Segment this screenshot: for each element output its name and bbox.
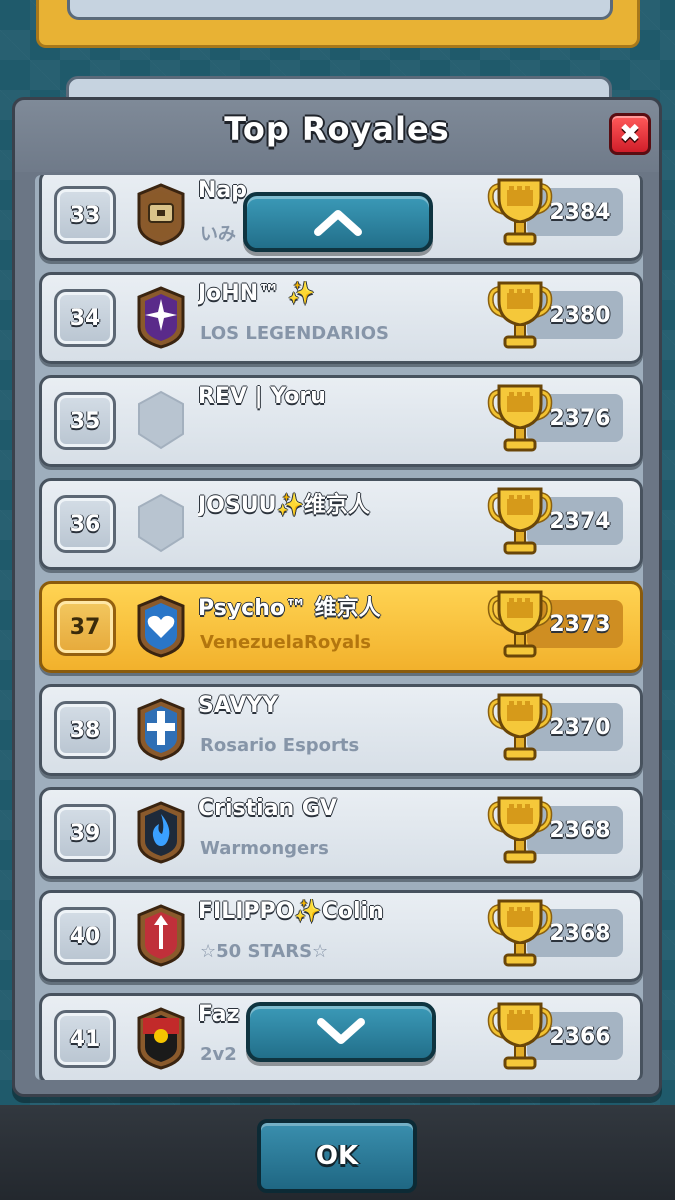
leaderboard-row[interactable]: 36 JOSUU✨维京人 2374 — [39, 478, 643, 570]
rank-badge: 41 — [54, 1010, 116, 1068]
rank-badge: 36 — [54, 495, 116, 553]
rank-number: 41 — [69, 1026, 101, 1052]
ok-button-label: OK — [315, 1141, 359, 1171]
player-name: REV | Yoru — [198, 384, 326, 409]
clan-badge-chest — [135, 182, 187, 246]
rank-number: 37 — [69, 614, 101, 640]
trophy-icon — [487, 897, 553, 971]
clan-name — [200, 426, 500, 450]
clan-badge-cross — [135, 697, 187, 761]
leaderboard-row[interactable]: 39 Cristian GV Warmongers 2368 — [39, 787, 643, 879]
background-panel-top — [36, 0, 640, 48]
rank-badge: 40 — [54, 907, 116, 965]
player-name: JoHN™ ✨ — [198, 281, 316, 306]
clan-badge-flame — [135, 800, 187, 864]
trophy-icon — [487, 485, 553, 559]
rank-number: 35 — [69, 408, 101, 434]
clan-badge-arrow — [135, 903, 187, 967]
player-name: Cristian GV — [198, 796, 337, 821]
clan-badge-star — [135, 285, 187, 349]
trophy-icon — [487, 176, 553, 250]
close-icon: ✖ — [619, 119, 641, 149]
player-name: SAVYY — [198, 693, 279, 718]
trophy-icon — [487, 588, 553, 662]
player-name: FILIPPO✨Colin — [198, 899, 384, 924]
clan-name: ☆50 STARS☆ — [200, 941, 329, 962]
leaderboard-row[interactable]: 40 FILIPPO✨Colin ☆50 STARS☆ 2368 — [39, 890, 643, 982]
trophy-icon — [487, 794, 553, 868]
rank-badge: 34 — [54, 289, 116, 347]
no-clan-badge — [135, 388, 187, 452]
chevron-up-icon — [314, 210, 362, 236]
clan-name: LOS LEGENDARIOS — [200, 323, 389, 344]
rank-badge: 38 — [54, 701, 116, 759]
rank-badge: 39 — [54, 804, 116, 862]
clan-badge-heart — [135, 594, 187, 658]
close-button[interactable]: ✖ — [609, 113, 651, 155]
trophy-icon — [487, 691, 553, 765]
modal-title: Top Royales — [224, 110, 450, 148]
leaderboard-row[interactable]: 37 Psycho™ 维京人 VenezuelaRoyals 2373 — [39, 581, 643, 673]
trophy-icon — [487, 279, 553, 353]
leaderboard-list[interactable]: 33 Nap いみ 2384 34 JoHN™ ✨ LOS LEGENDARIO… — [35, 175, 643, 1080]
chevron-down-icon — [317, 1018, 365, 1044]
rank-number: 38 — [69, 717, 101, 743]
player-name: Psycho™ 维京人 — [198, 596, 381, 620]
background-panel-top-inner — [67, 0, 613, 20]
scroll-up-button[interactable] — [243, 192, 433, 252]
leaderboard-row[interactable]: 35 REV | Yoru 2376 — [39, 375, 643, 467]
player-name: JOSUU✨维京人 — [198, 493, 370, 517]
clan-name: VenezuelaRoyals — [200, 632, 371, 653]
modal-header: Top Royales ✖ — [15, 100, 659, 172]
rank-number: 40 — [69, 923, 101, 949]
rank-badge: 33 — [54, 186, 116, 244]
leaderboard-row[interactable]: 38 SAVYY Rosario Esports 2370 — [39, 684, 643, 776]
top-royales-modal: Top Royales ✖ 33 Nap いみ 2384 34 JoHN™ ✨ — [12, 97, 662, 1097]
clan-badge-sun — [135, 1006, 187, 1070]
rank-number: 33 — [69, 202, 101, 228]
scroll-down-button[interactable] — [246, 1002, 436, 1062]
trophy-icon — [487, 382, 553, 456]
rank-number: 39 — [69, 820, 101, 846]
trophy-icon — [487, 1000, 553, 1074]
rank-badge: 37 — [54, 598, 116, 656]
clan-name: Rosario Esports — [200, 735, 360, 756]
clan-name: Warmongers — [200, 838, 329, 859]
rank-badge: 35 — [54, 392, 116, 450]
leaderboard-row[interactable]: 34 JoHN™ ✨ LOS LEGENDARIOS 2380 — [39, 272, 643, 364]
clan-name — [200, 529, 500, 553]
rank-number: 36 — [69, 511, 101, 537]
no-clan-badge — [135, 491, 187, 555]
rank-number: 34 — [69, 305, 101, 331]
ok-button[interactable]: OK — [257, 1119, 417, 1193]
